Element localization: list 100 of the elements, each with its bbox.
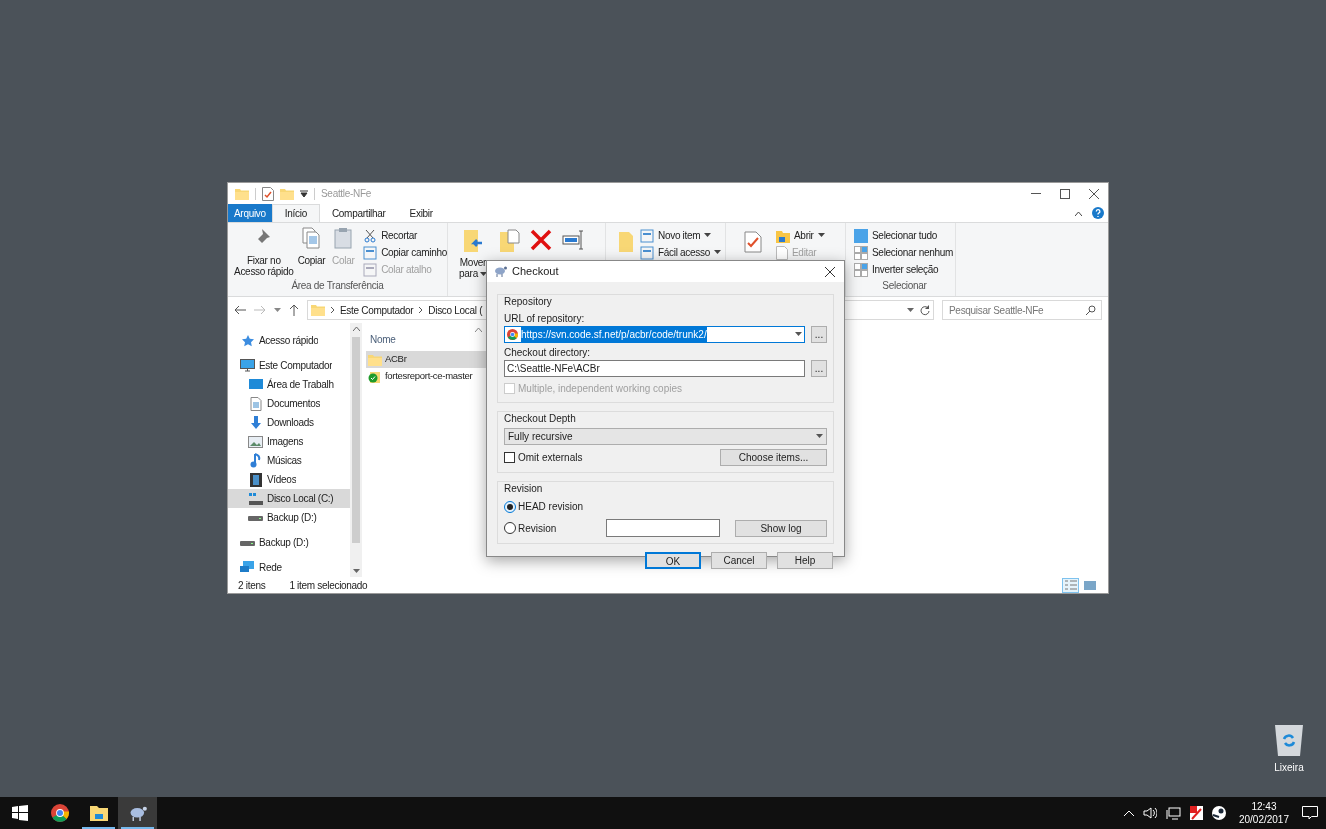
ribbon-button[interactable]: Selecionar tudo (854, 227, 955, 244)
folder-icon (89, 805, 108, 821)
field-label: Checkout directory: (504, 346, 592, 360)
drive-icon (248, 514, 263, 521)
group-label: Checkout Depth (504, 412, 577, 426)
directory-field[interactable]: C:\Seattle-NFe\ACBr (504, 360, 805, 377)
tortoise-icon (494, 266, 507, 277)
move-to-button[interactable]: Mover para (458, 229, 488, 296)
file-row[interactable]: fortesreport-ce-master (366, 368, 488, 385)
help-icon[interactable] (1092, 207, 1104, 219)
nav-item[interactable]: Backup (D:) (228, 533, 350, 552)
back-icon[interactable] (234, 305, 246, 315)
taskbar-app[interactable] (118, 797, 157, 829)
nav-item[interactable]: Este Computador (228, 356, 350, 375)
nav-item[interactable]: Rede (228, 558, 350, 577)
omit-externals-checkbox[interactable]: Omit externals (504, 450, 583, 465)
nav-item[interactable]: Downloads (228, 413, 350, 432)
ribbon-tab[interactable]: Início (271, 204, 320, 222)
ribbon-button[interactable]: Novo item (640, 227, 721, 244)
dialog-button[interactable]: OK (645, 552, 701, 569)
ribbon-tab[interactable]: Compartilhar (319, 204, 398, 222)
close-icon (825, 266, 835, 277)
ribbon-tab[interactable]: Exibir (397, 204, 445, 222)
move-folder-icon (462, 229, 484, 253)
grid-icon (854, 245, 868, 260)
nav-item[interactable]: Acesso rápido (228, 331, 350, 350)
copy-icon (301, 227, 322, 249)
chevron-right-icon (418, 306, 424, 314)
flag-icon[interactable] (1189, 806, 1203, 820)
ribbon-button[interactable]: Abrir (776, 227, 825, 244)
new-folder-icon (618, 231, 634, 253)
ribbon-button[interactable]: Fixar no Acesso rápido (232, 227, 296, 278)
window-title: Seattle-NFe (321, 187, 372, 201)
nav-item[interactable]: Músicas (228, 451, 350, 470)
maximize-icon (1059, 188, 1070, 199)
nav-item[interactable]: Disco Local (C:) (228, 489, 350, 508)
caret-icon (352, 569, 360, 574)
chevron-up-icon[interactable] (1123, 810, 1134, 816)
ribbon-button[interactable]: Copiar caminho (363, 244, 447, 261)
folder-icon (280, 187, 294, 200)
dialog-title: Checkout (512, 264, 559, 280)
group-label: Repository (504, 295, 553, 309)
chevron-right-icon (330, 306, 335, 314)
breadcrumb-item[interactable]: Este Computador (340, 302, 414, 318)
nav-item[interactable]: Backup (D:) (228, 508, 350, 527)
group-label: Revision (504, 482, 544, 496)
group-label: Área de Transferência (290, 278, 385, 293)
caret-icon (714, 250, 721, 255)
properties-icon (262, 186, 274, 201)
nav-item[interactable]: Vídeos (228, 470, 350, 489)
file-row[interactable]: ACBr (366, 351, 488, 368)
radio-button[interactable]: Revision (504, 520, 606, 536)
caret-icon (704, 233, 712, 238)
breadcrumb-item[interactable]: Disco Local ( (428, 302, 483, 318)
drive-icon (248, 492, 263, 505)
dialog-button[interactable]: Cancel (711, 552, 767, 569)
caret-up-icon (352, 326, 360, 331)
desktop-icon[interactable]: Lixeira (1264, 722, 1314, 775)
thumbnail-icon (1083, 580, 1096, 590)
copy-folder-icon (498, 229, 520, 253)
clock[interactable]: 12:43 20/02/2017 (1234, 800, 1293, 826)
ribbon-button[interactable]: Copiar (295, 227, 328, 278)
ribbon-button[interactable]: Selecionar nenhum (854, 244, 955, 261)
network-icon[interactable] (1165, 806, 1181, 820)
field-label: URL of repository: (504, 312, 586, 326)
search-field[interactable]: Pesquisar Seattle-NFe (942, 300, 1102, 320)
browse-button[interactable]: ... (811, 326, 827, 343)
properties-icon (744, 231, 762, 253)
nav-item[interactable]: Imagens (228, 432, 350, 451)
nav-item[interactable]: Documentos (228, 394, 350, 413)
browse-button[interactable]: ... (811, 360, 827, 377)
dialog-button[interactable]: Help (777, 552, 833, 569)
nav-item[interactable]: Área de Trabalh (228, 375, 350, 394)
revision-field[interactable] (606, 519, 720, 537)
ribbon-button[interactable]: Recortar (363, 227, 447, 244)
clipboard-icon (333, 227, 354, 249)
url-combobox[interactable]: https://svn.code.sf.net/p/acbr/code/trunk2/ (504, 326, 805, 343)
steam-icon[interactable] (1211, 806, 1226, 820)
browser-icon (50, 804, 69, 822)
notification-icon[interactable] (1302, 806, 1318, 820)
caret-up-icon (1075, 210, 1082, 216)
depth-select[interactable]: Fully recursive (504, 428, 827, 445)
customize-toolbar-icon[interactable] (300, 189, 308, 198)
caret-icon (795, 332, 802, 337)
music-note-icon (249, 453, 262, 468)
scissors-icon (363, 228, 378, 243)
refresh-icon[interactable] (919, 304, 930, 316)
show-log-button[interactable]: Show log (735, 519, 827, 537)
icon-label: Lixeira (1274, 761, 1304, 775)
column-header[interactable]: Nome (370, 331, 396, 347)
file-menu-tab[interactable]: Arquivo (228, 204, 272, 222)
ribbon-button[interactable]: Inverter seleção (854, 261, 955, 278)
volume-icon[interactable] (1142, 807, 1157, 819)
status-text: 1 item selecionado (289, 578, 368, 593)
ribbon-button[interactable]: Fácil acesso (640, 244, 721, 261)
choose-items-button[interactable]: Choose items... (720, 449, 827, 466)
up-icon[interactable] (289, 304, 299, 316)
film-icon (249, 472, 262, 487)
grid-icon (854, 228, 868, 243)
radio-button[interactable]: HEAD revision (504, 499, 606, 514)
